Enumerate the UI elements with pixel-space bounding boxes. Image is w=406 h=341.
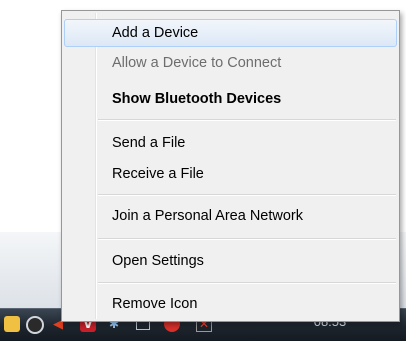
menu-separator (98, 119, 396, 121)
folder-icon[interactable] (4, 316, 20, 332)
menu-separator (98, 194, 396, 196)
bluetooth-context-menu: Add a Device Allow a Device to Connect S… (61, 10, 400, 322)
speaker-icon[interactable] (26, 316, 44, 334)
menu-item-add-device[interactable]: Add a Device (64, 19, 397, 47)
menu-separator (98, 238, 396, 240)
menu-item-open-settings[interactable]: Open Settings (64, 247, 397, 275)
menu-item-receive-file[interactable]: Receive a File (64, 160, 397, 188)
menu-item-join-pan[interactable]: Join a Personal Area Network (64, 202, 397, 230)
menu-item-remove-icon[interactable]: Remove Icon (64, 290, 397, 318)
menu-item-show-bluetooth-devices[interactable]: Show Bluetooth Devices (64, 85, 397, 113)
menu-item-allow-device-connect[interactable]: Allow a Device to Connect (64, 49, 397, 77)
menu-separator (98, 282, 396, 284)
menu-item-send-file[interactable]: Send a File (64, 129, 397, 157)
